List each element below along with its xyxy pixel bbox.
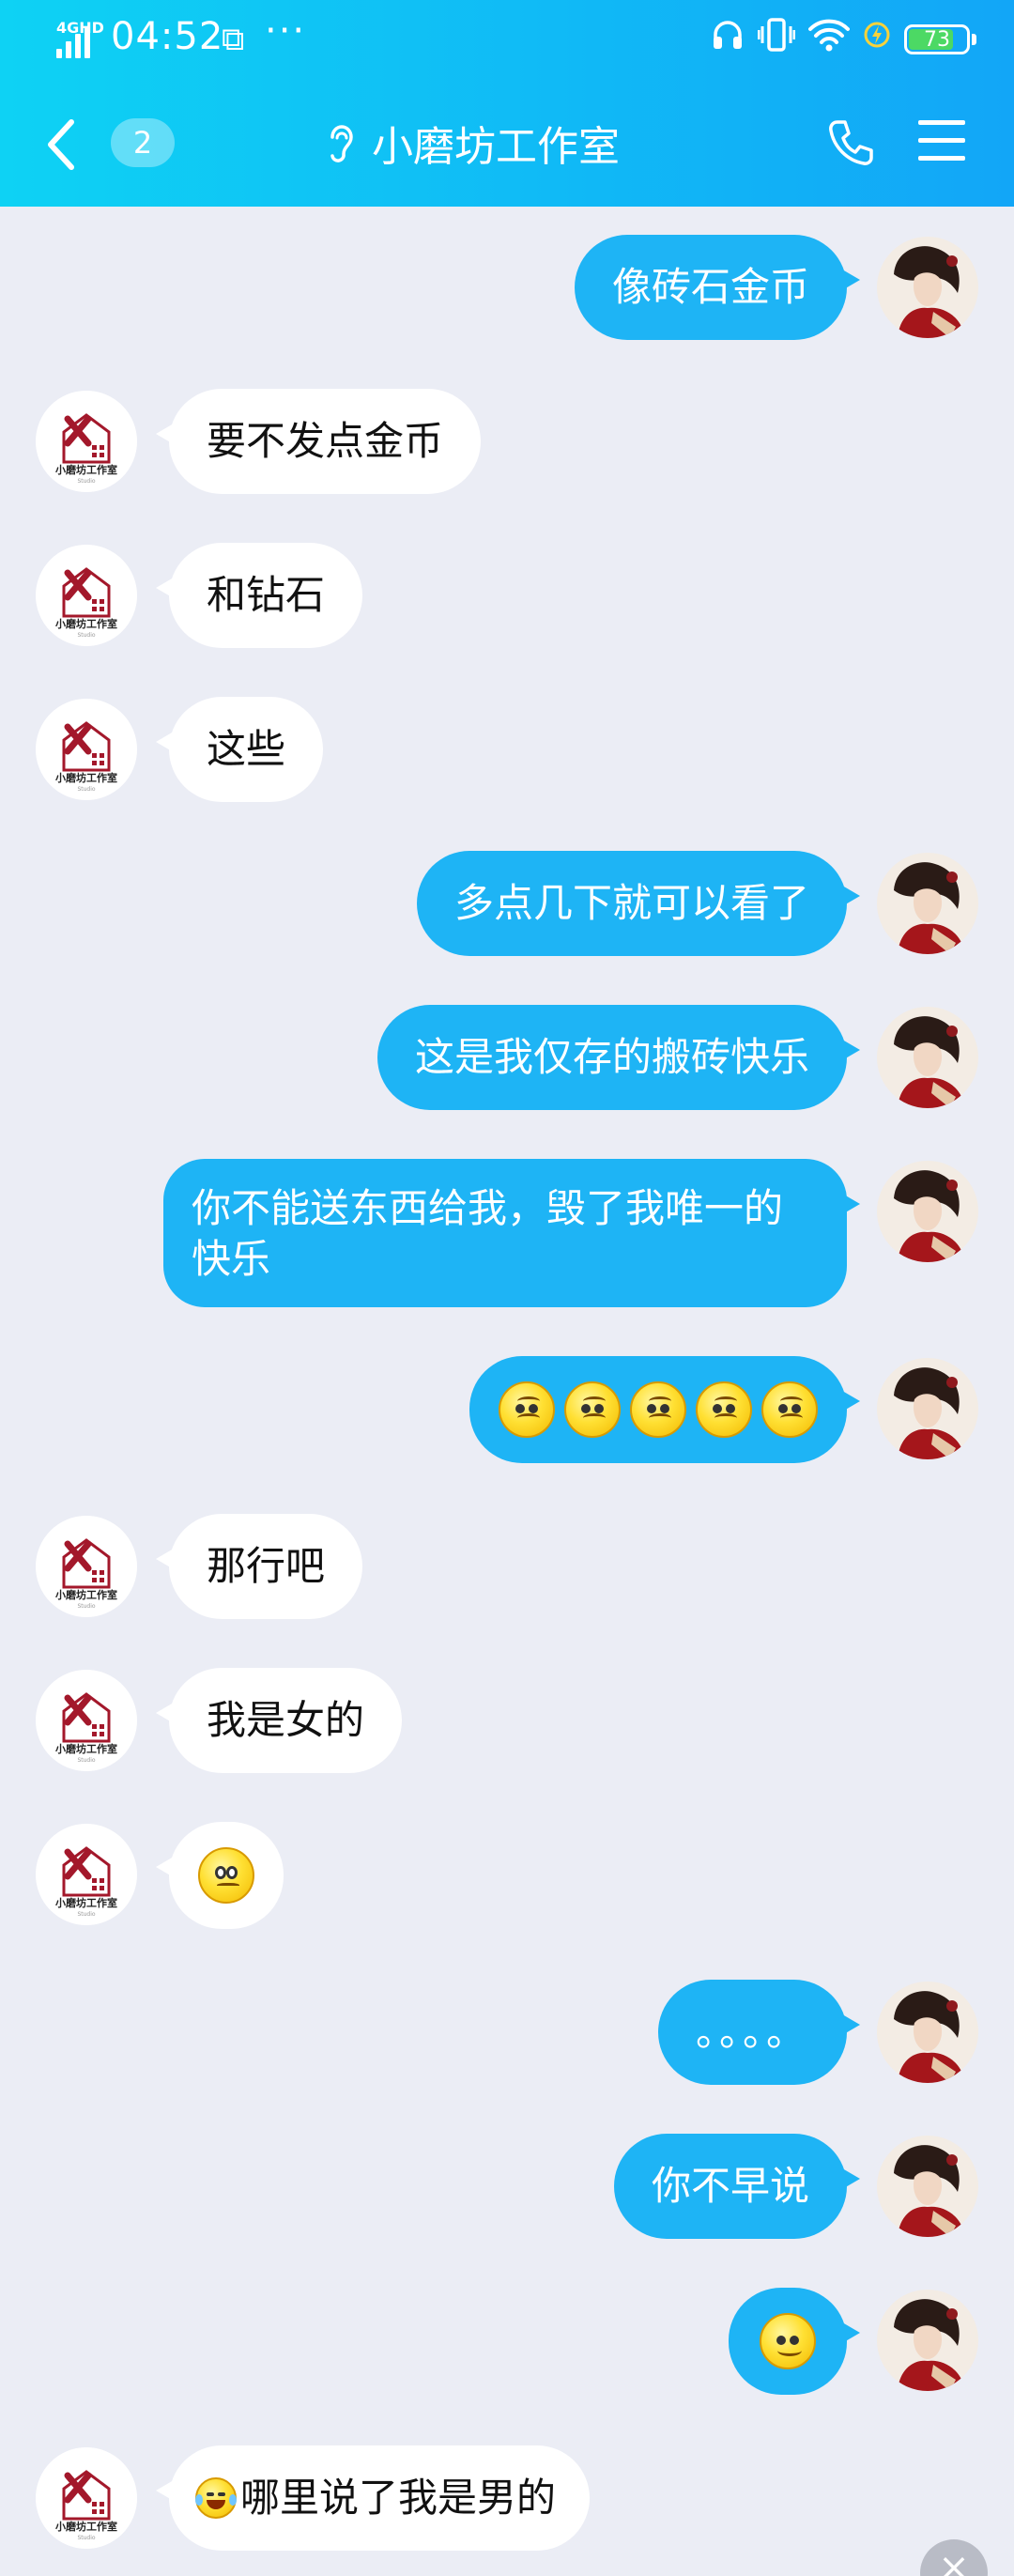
contact-avatar[interactable]: 小磨坊工作室 Studio: [36, 391, 137, 492]
message-text: 那行吧: [207, 1543, 326, 1589]
message-bubble[interactable]: 像砖石金币: [574, 235, 861, 340]
my-avatar[interactable]: [877, 853, 978, 954]
wifi-icon: [808, 18, 850, 62]
message-bubble[interactable]: 我是女的: [155, 1668, 403, 1773]
contact-avatar[interactable]: 小磨坊工作室 Studio: [36, 2447, 137, 2549]
message-list[interactable]: 像砖石金币 小磨坊工作室 Studio 要不发点金币 小磨坊工作室 Studio 和…: [0, 207, 1014, 2576]
chat-title: 小磨坊工作室: [372, 123, 620, 171]
clock: 04:52: [111, 15, 224, 58]
message-text: 这是我仅存的搬砖快乐: [414, 1034, 809, 1080]
my-avatar[interactable]: [877, 1007, 978, 1108]
contact-avatar[interactable]: 小磨坊工作室 Studio: [36, 1516, 137, 1617]
message-bubble[interactable]: 。。。。: [657, 1980, 861, 2085]
sync-app-icon: ⧉: [222, 21, 245, 58]
my-avatar[interactable]: [877, 2136, 978, 2237]
svg-text:Studio: Studio: [77, 632, 95, 639]
vibrate-icon: [757, 17, 796, 63]
unread-count-badge[interactable]: 2: [111, 118, 175, 167]
smile-face-emoji: [760, 2313, 816, 2369]
message-text: 我是女的: [207, 1697, 365, 1743]
svg-text:小磨坊工作室: 小磨坊工作室: [54, 771, 117, 784]
message-text: 这些: [207, 726, 286, 772]
sad-face-emoji: [696, 1381, 752, 1438]
back-icon[interactable]: [43, 116, 81, 173]
message-text: 多点几下就可以看了: [453, 880, 809, 926]
message-text: 和钻石: [207, 572, 326, 618]
message-text: 哪里说了我是男的: [240, 2475, 557, 2521]
contact-avatar[interactable]: 小磨坊工作室 Studio: [36, 1670, 137, 1771]
svg-text:Studio: Studio: [77, 1757, 95, 1764]
contact-avatar[interactable]: 小磨坊工作室 Studio: [36, 699, 137, 800]
laughing-tears-emoji: [195, 2477, 237, 2519]
message-text: 像砖石金币: [611, 264, 809, 310]
svg-text:Studio: Studio: [77, 478, 95, 485]
message-bubble[interactable]: 你不早说: [613, 2134, 861, 2239]
message-text: 要不发点金币: [207, 418, 444, 464]
message-bubble[interactable]: 和钻石: [155, 543, 363, 648]
worried-face-emoji: [198, 1847, 254, 1904]
message-bubble[interactable]: [156, 1822, 284, 1929]
message-bubble[interactable]: 多点几下就可以看了: [416, 851, 861, 956]
my-avatar[interactable]: [877, 1358, 978, 1459]
sad-face-emoji: [499, 1381, 555, 1438]
svg-text:Studio: Studio: [77, 786, 95, 793]
svg-text:Studio: Studio: [77, 2535, 95, 2541]
signal-icon: 4GHD: [54, 19, 104, 58]
svg-text:小磨坊工作室: 小磨坊工作室: [54, 1742, 117, 1755]
message-bubble[interactable]: 那行吧: [155, 1514, 363, 1619]
message-bubble[interactable]: 你不能送东西给我，毁了我唯一的快乐: [163, 1159, 860, 1307]
my-avatar[interactable]: [877, 1161, 978, 1262]
chat-title-group[interactable]: 小磨坊工作室: [325, 115, 620, 171]
earpiece-icon: [330, 125, 353, 162]
phone-icon[interactable]: [826, 118, 875, 167]
menu-icon[interactable]: [918, 120, 965, 162]
svg-text:小磨坊工作室: 小磨坊工作室: [54, 1588, 117, 1601]
my-avatar[interactable]: [877, 2290, 978, 2391]
more-dots-icon: ···: [265, 9, 307, 53]
svg-text:Studio: Studio: [77, 1603, 95, 1610]
title-bar: 2 小磨坊工作室: [0, 79, 1014, 207]
sad-face-emoji: [761, 1381, 818, 1438]
svg-text:Studio: Studio: [77, 1911, 95, 1918]
headphones-icon: [711, 18, 745, 62]
message-bubble[interactable]: 哪里说了我是男的: [155, 2445, 591, 2551]
my-avatar[interactable]: [877, 237, 978, 338]
svg-text:小磨坊工作室: 小磨坊工作室: [54, 617, 117, 630]
message-bubble[interactable]: 这些: [155, 697, 324, 802]
svg-text:小磨坊工作室: 小磨坊工作室: [54, 463, 117, 476]
message-bubble[interactable]: [729, 2288, 860, 2395]
sad-face-emoji: [564, 1381, 621, 1438]
sad-face-emoji: [630, 1381, 686, 1438]
battery-icon: 73: [904, 24, 970, 54]
svg-text:小磨坊工作室: 小磨坊工作室: [54, 1896, 117, 1909]
svg-text:小磨坊工作室: 小磨坊工作室: [54, 2520, 117, 2533]
power-saving-icon: [863, 18, 891, 62]
message-bubble[interactable]: 要不发点金币: [155, 389, 482, 494]
status-bar: 4GHD 04:52 ⧉ ··· 73: [0, 0, 1014, 79]
contact-avatar[interactable]: 小磨坊工作室 Studio: [36, 1824, 137, 1925]
message-text: 。。。。: [695, 2009, 809, 2055]
my-avatar[interactable]: [877, 1982, 978, 2083]
message-bubble[interactable]: 这是我仅存的搬砖快乐: [376, 1005, 861, 1110]
message-text: 你不能送东西给我，毁了我唯一的快乐: [192, 1185, 784, 1282]
chat-header: 4GHD 04:52 ⧉ ··· 73 2 小磨坊工作室: [0, 0, 1014, 207]
contact-avatar[interactable]: 小磨坊工作室 Studio: [36, 545, 137, 646]
message-bubble[interactable]: [469, 1356, 860, 1463]
message-text: 你不早说: [651, 2163, 809, 2209]
battery-level: 73: [924, 27, 950, 52]
